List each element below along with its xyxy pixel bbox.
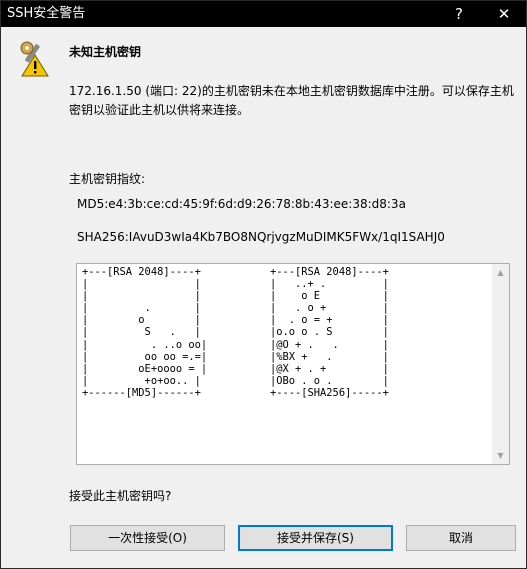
window-title: SSH安全警告	[7, 6, 86, 21]
sha256-fingerprint: SHA256:IAvuD3wIa4Kb7BO8NQrjvgzMuDIMK5FWx…	[77, 230, 445, 244]
chevron-up-icon[interactable]: ▲	[492, 264, 509, 281]
accept-save-button[interactable]: 接受并保存(S)	[238, 525, 393, 551]
accept-question: 接受此主机密钥吗?	[69, 489, 172, 503]
ssh-warning-dialog: SSH安全警告 ? ✕ 未知主机密钥 172.16.1.50 (端口: 22)的…	[0, 0, 527, 569]
key-warning-icon	[20, 41, 49, 77]
vertical-scrollbar[interactable]: ▲ ▼	[492, 264, 509, 464]
randomart-textbox[interactable]: +---[RSA 2048]----+ | | | | | . | | o | …	[76, 263, 510, 465]
dialog-heading: 未知主机密钥	[69, 45, 142, 59]
fingerprint-label: 主机密钥指纹:	[69, 172, 146, 186]
chevron-down-icon[interactable]: ▼	[492, 447, 509, 464]
randomart-md5: +---[RSA 2048]----+ | | | | | . | | o | …	[82, 266, 208, 399]
close-button[interactable]: ✕	[482, 1, 526, 27]
cancel-button[interactable]: 取消	[406, 525, 516, 551]
accept-once-button[interactable]: 一次性接受(O)	[70, 525, 225, 551]
randomart-sha256: +---[RSA 2048]----+ | ..+ . | | o E | | …	[270, 266, 389, 399]
md5-fingerprint: MD5:e4:3b:ce:cd:45:9f:6d:d9:26:78:8b:43:…	[77, 197, 406, 211]
dialog-message: 172.16.1.50 (端口: 22)的主机密钥未在本地主机密钥数据库中注册。…	[69, 84, 514, 117]
help-button[interactable]: ?	[437, 1, 481, 27]
title-bar: SSH安全警告 ? ✕	[1, 1, 526, 27]
